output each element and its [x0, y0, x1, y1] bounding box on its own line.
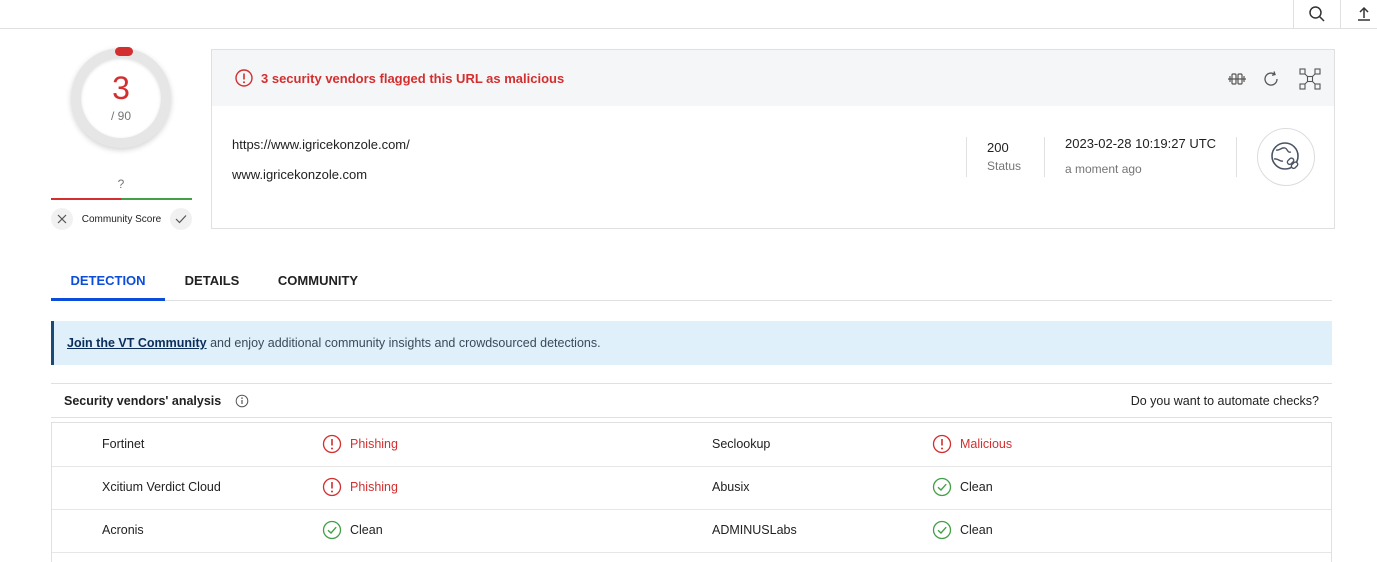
- result-label: Clean: [960, 523, 993, 537]
- check-icon: [175, 215, 187, 224]
- divider: [1236, 137, 1237, 177]
- vendors-analysis-header: Security vendors' analysis Do you want t…: [51, 383, 1332, 418]
- tab-bar: DETECTION DETAILS COMMUNITY: [51, 262, 1332, 301]
- result-label: Phishing: [350, 437, 398, 451]
- check-circle-icon: [932, 520, 952, 540]
- score-indicator: [115, 47, 133, 56]
- result-label: Clean: [350, 523, 383, 537]
- vendor-result: Clean: [932, 477, 993, 497]
- result-label: Phishing: [350, 480, 398, 494]
- section-title: Security vendors' analysis: [64, 394, 222, 408]
- result-label: Clean: [960, 480, 993, 494]
- upload-button[interactable]: [1340, 0, 1377, 28]
- check-circle-icon: [932, 477, 952, 497]
- vendor-name: ADMINUSLabs: [712, 523, 797, 537]
- community-score-bar: [51, 198, 192, 200]
- detection-score-gauge: 3 / 90: [71, 47, 171, 148]
- analysis-date: 2023-02-28 10:19:27 UTC: [1065, 136, 1217, 151]
- scanned-url[interactable]: https://www.igricekonzole.com/: [232, 137, 410, 152]
- reanalyze-button[interactable]: [1260, 68, 1282, 90]
- vendor-name: Fortinet: [102, 437, 145, 451]
- alert-icon: [932, 434, 952, 454]
- vendor-name: Abusix: [712, 480, 750, 494]
- detection-total: / 90: [110, 109, 131, 123]
- vendor-result: Clean: [932, 520, 993, 540]
- vendor-result: Malicious: [932, 434, 1012, 454]
- result-label: Malicious: [960, 437, 1013, 451]
- search-icon: [1309, 6, 1325, 22]
- refresh-icon: [1264, 71, 1278, 86]
- search-button[interactable]: [1293, 0, 1340, 28]
- http-status-label: Status: [987, 159, 1022, 173]
- vendor-name: Xcitium Verdict Cloud: [102, 480, 221, 494]
- compare-button[interactable]: [1226, 68, 1248, 90]
- tab-community[interactable]: COMMUNITY: [267, 262, 369, 298]
- join-community-link[interactable]: Join the VT Community: [67, 336, 207, 350]
- community-score-label: Community Score: [81, 213, 162, 225]
- tab-details[interactable]: DETAILS: [172, 262, 252, 298]
- url-summary-panel: 3 security vendors flagged this URL as m…: [211, 49, 1335, 229]
- vendor-result: Phishing: [322, 434, 398, 454]
- vendor-name: Acronis: [102, 523, 144, 537]
- vendor-name: Seclookup: [712, 437, 771, 451]
- vendor-results-table: Fortinet Phishing Seclookup Malicious Xc…: [51, 422, 1332, 562]
- banner-message: Join the VT Community and enjoy addition…: [67, 336, 601, 350]
- table-row: Xcitium Verdict Cloud Phishing Abusix Cl…: [52, 466, 1331, 510]
- globe-link-icon: [1271, 142, 1299, 170]
- vendor-result: Phishing: [322, 477, 398, 497]
- upload-icon: [1358, 6, 1370, 21]
- community-banner: Join the VT Community and enjoy addition…: [51, 321, 1332, 365]
- compare-icon: [1228, 73, 1246, 85]
- alert-icon: [235, 69, 253, 87]
- score-center: 3 / 90: [81, 58, 161, 138]
- graph-button[interactable]: [1299, 68, 1321, 90]
- divider: [1044, 137, 1045, 177]
- detection-count: 3: [112, 70, 130, 106]
- divider: [966, 137, 967, 177]
- vote-malicious-button[interactable]: [51, 208, 73, 230]
- check-circle-icon: [322, 520, 342, 540]
- close-icon: [57, 214, 67, 224]
- malicious-alert: 3 security vendors flagged this URL as m…: [261, 71, 565, 86]
- top-bar: [0, 0, 1377, 29]
- banner-text: and enjoy additional community insights …: [206, 336, 601, 350]
- info-icon[interactable]: [235, 394, 249, 408]
- vote-harmless-button[interactable]: [170, 208, 192, 230]
- table-row: Fortinet Phishing Seclookup Malicious: [52, 423, 1331, 467]
- vendor-result: Clean: [322, 520, 383, 540]
- alert-icon: [322, 434, 342, 454]
- automate-checks-link[interactable]: Do you want to automate checks?: [1131, 394, 1319, 408]
- table-row: Acronis Clean ADMINUSLabs Clean: [52, 509, 1331, 553]
- alert-icon: [322, 477, 342, 497]
- community-score: Community Score: [51, 207, 192, 231]
- http-status-code: 200: [987, 140, 1009, 155]
- url-type-badge: [1257, 128, 1315, 186]
- tab-detection[interactable]: DETECTION: [51, 262, 165, 301]
- panel-header: 3 security vendors flagged this URL as m…: [212, 50, 1334, 106]
- analysis-relative-time: a moment ago: [1065, 162, 1142, 176]
- url-host[interactable]: www.igricekonzole.com: [232, 167, 367, 182]
- community-score-value: ?: [117, 177, 125, 191]
- graph-icon: [1299, 68, 1321, 90]
